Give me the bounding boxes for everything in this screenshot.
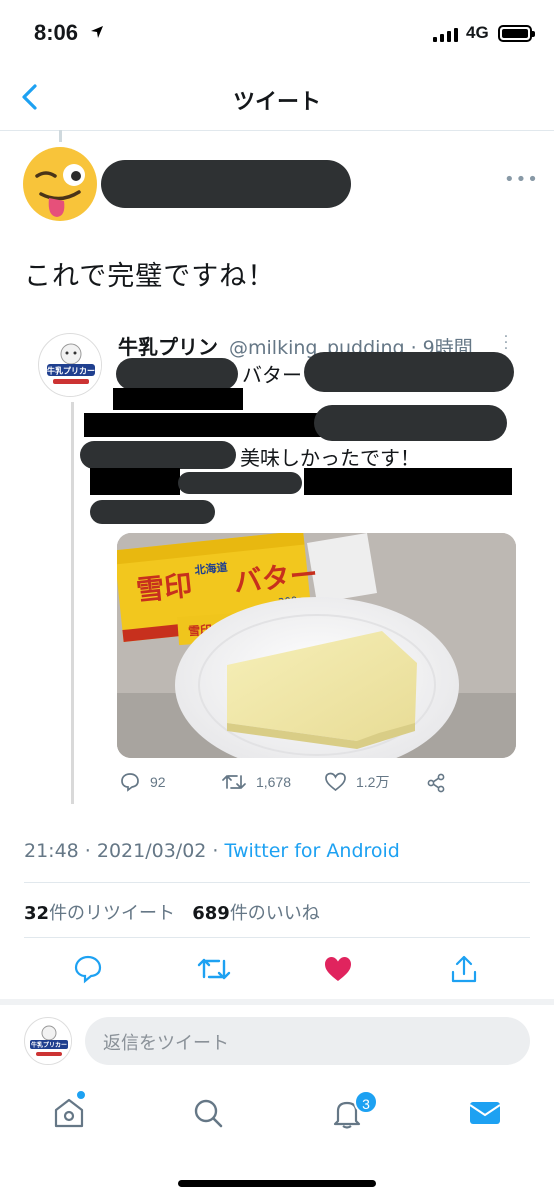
battery-icon (498, 25, 535, 42)
quoted-retweet-count: 1,678 (256, 774, 292, 790)
quote-border-line (71, 402, 74, 804)
tweet-timestamp: 21:48 · 2021/03/02 · (24, 840, 225, 862)
tweet-source-link[interactable]: Twitter for Android (225, 840, 400, 862)
quoted-display-name[interactable]: 牛乳プリン (118, 331, 218, 360)
like-button-heart-icon[interactable] (323, 954, 353, 984)
network-type: 4G (466, 23, 489, 42)
quoted-reply-action[interactable]: 92 (120, 772, 166, 792)
home-icon[interactable] (52, 1096, 86, 1130)
search-icon[interactable] (191, 1096, 225, 1130)
page-title: ツイート (232, 90, 321, 115)
cellular-signal-icon (433, 28, 458, 42)
redaction (90, 500, 215, 524)
likes-stat[interactable]: 689件のいいね (192, 903, 320, 924)
heart-outline-icon (325, 772, 346, 792)
retweets-count: 32 (24, 903, 50, 924)
reply-input[interactable]: 返信をツイート (85, 1017, 530, 1065)
redaction (80, 441, 236, 469)
quoted-text-fragment-butter: バター (242, 363, 302, 387)
quoted-reply-count: 92 (150, 774, 166, 790)
retweets-label: 件のリツイート (49, 903, 176, 924)
avatar-label: 牛乳プリカー (31, 1041, 67, 1049)
redacted-username (101, 160, 351, 208)
redaction (304, 468, 512, 495)
status-time: 8:06 (34, 20, 79, 45)
tweet-stats: 32件のリツイート 689件のいいね (24, 899, 320, 925)
user-avatar[interactable]: 牛乳プリカー (24, 1017, 72, 1065)
reply-icon (121, 773, 139, 792)
section-divider (0, 999, 554, 1005)
redaction (84, 413, 324, 437)
winking-tongue-emoji-avatar[interactable] (22, 146, 98, 222)
location-arrow-icon (91, 26, 103, 38)
redaction (178, 472, 302, 494)
retweets-stat[interactable]: 32件のリツイート (24, 903, 175, 924)
reply-button-icon[interactable] (73, 954, 103, 984)
photo-brand-text: 雪印 (135, 569, 194, 608)
quoted-like-count: 1.2万 (356, 774, 390, 790)
tweet-text: これで完璧ですね！ (24, 261, 276, 292)
divider (24, 882, 530, 883)
quoted-user-avatar[interactable]: 牛乳プリカー (38, 333, 102, 397)
more-options-icon[interactable]: ••• (504, 169, 539, 190)
redaction (113, 388, 243, 410)
quoted-share-icon[interactable] (426, 773, 446, 793)
thread-connector (59, 130, 62, 142)
redaction (116, 358, 238, 390)
avatar-label: 牛乳プリカー (47, 366, 95, 376)
retweet-button-icon[interactable] (197, 954, 231, 984)
header-divider (0, 130, 554, 131)
quoted-text-fragment-tasty: 美味しかったです！ (240, 446, 420, 470)
redaction (90, 468, 180, 495)
quoted-retweet-action[interactable]: 1,678 (222, 772, 291, 792)
likes-count: 689 (192, 903, 230, 924)
redaction (304, 352, 514, 392)
notifications-badge: 3 (354, 1090, 378, 1114)
home-indicator (178, 1180, 376, 1187)
quoted-like-action[interactable]: 1.2万 (325, 772, 389, 792)
divider (24, 937, 530, 938)
redaction (314, 405, 507, 441)
messages-envelope-icon[interactable] (468, 1096, 502, 1130)
likes-label: 件のいいね (229, 903, 320, 924)
home-new-dot (76, 1090, 86, 1100)
quoted-more-icon[interactable]: · · · (503, 330, 509, 356)
share-button-icon[interactable] (449, 954, 479, 984)
butter-photo[interactable]: 雪印 北海道 バター 200g 雪印 バター (117, 533, 516, 758)
tweet-meta: 21:48 · 2021/03/02 · Twitter for Android (24, 840, 400, 862)
retweet-icon (222, 775, 246, 789)
